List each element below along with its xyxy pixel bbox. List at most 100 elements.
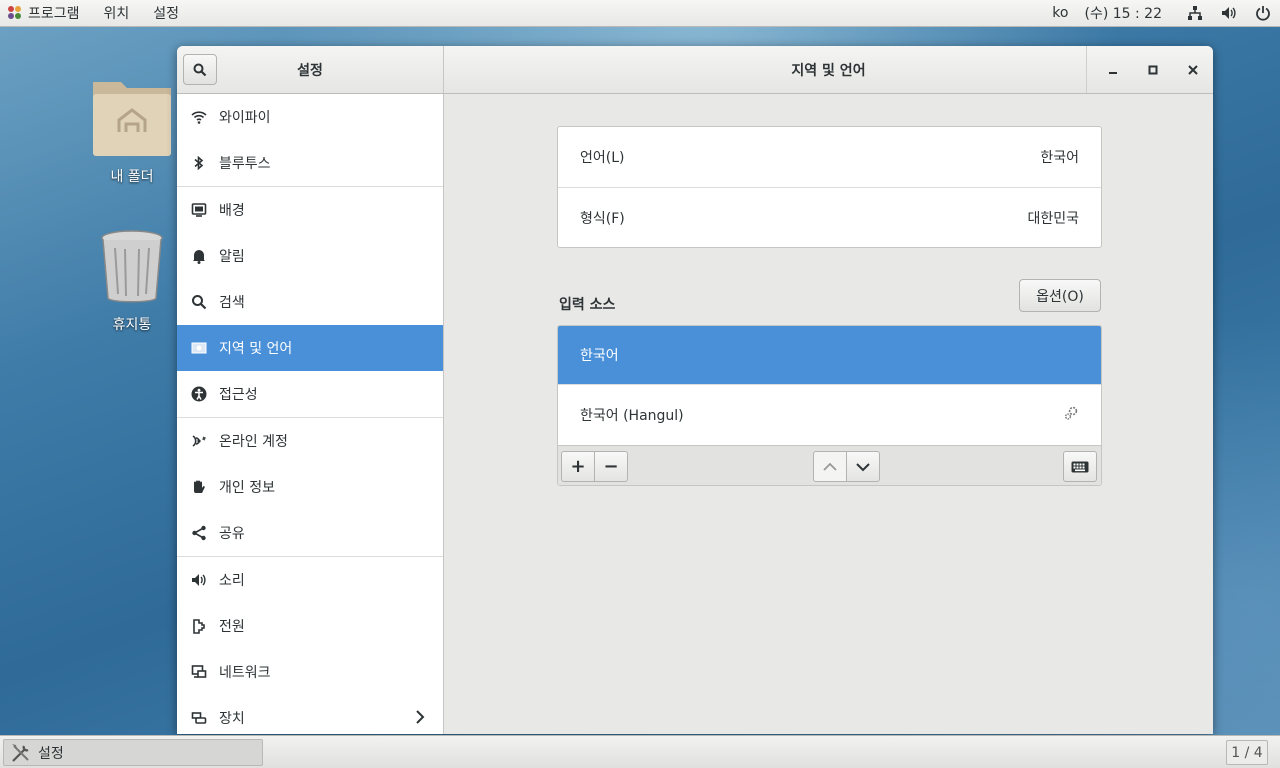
bell-icon <box>191 248 207 264</box>
input-sources-list: 한국어 한국어 (Hangul) + − <box>557 325 1102 486</box>
power-plug-icon <box>191 618 207 634</box>
settings-app-menu[interactable]: 설정 <box>141 0 191 26</box>
sidebar-item-bluetooth[interactable]: 블루투스 <box>177 140 443 186</box>
flag-icon <box>191 340 207 356</box>
applications-menu[interactable]: 프로그램 <box>0 0 92 26</box>
sidebar-item-label: 온라인 계정 <box>219 434 288 450</box>
sidebar-item-region-language[interactable]: 지역 및 언어 <box>177 325 443 371</box>
sidebar-item-devices[interactable]: 장치 <box>177 695 443 734</box>
page-title: 지역 및 언어 <box>791 62 866 79</box>
move-down-button[interactable] <box>846 451 880 482</box>
sidebar-item-label: 소리 <box>219 573 245 589</box>
settings-window: 설정 지역 및 언어 와이파이 블루투스 배경 알림 검색 지역 및 언어 접근… <box>177 46 1213 734</box>
keyboard-icon <box>1071 461 1089 472</box>
wifi-icon <box>191 109 207 125</box>
search-icon <box>191 294 207 310</box>
sidebar-item-label: 전원 <box>219 619 245 635</box>
show-keyboard-layout-button[interactable] <box>1063 451 1097 482</box>
network-icon[interactable] <box>1186 4 1204 22</box>
sidebar-item-sound[interactable]: 소리 <box>177 557 443 603</box>
input-source-row-hangul[interactable]: 한국어 (Hangul) <box>558 384 1101 445</box>
search-icon <box>193 63 207 76</box>
sidebar-item-label: 알림 <box>219 249 245 265</box>
sidebar-item-accessibility[interactable]: 접근성 <box>177 371 443 417</box>
sidebar-item-label: 지역 및 언어 <box>219 341 293 357</box>
sidebar-item-sharing[interactable]: 공유 <box>177 510 443 556</box>
taskbar-window-label: 설정 <box>38 745 64 762</box>
language-value: 한국어 <box>1040 150 1079 166</box>
accessibility-icon <box>191 386 207 402</box>
network-icon <box>191 664 207 680</box>
window-controls <box>1086 46 1213 93</box>
chevron-up-icon <box>823 462 837 471</box>
add-input-source-button[interactable]: + <box>561 451 595 482</box>
move-up-button[interactable] <box>813 451 847 482</box>
trash-label: 휴지통 <box>112 317 152 333</box>
workspace-indicator[interactable]: 1 / 4 <box>1226 740 1268 765</box>
language-format-list: 언어(L) 한국어 형식(F) 대한민국 <box>557 126 1102 248</box>
sidebar-item-notifications[interactable]: 알림 <box>177 233 443 279</box>
minimize-button[interactable] <box>1093 46 1133 94</box>
remove-input-source-button[interactable]: − <box>594 451 628 482</box>
chevron-right-icon <box>415 710 425 728</box>
input-sources-toolbar: + − <box>558 445 1101 485</box>
close-icon <box>1188 64 1198 75</box>
top-panel-right: ko (수) 15 : 22 <box>1044 0 1280 26</box>
sidebar-item-label: 와이파이 <box>219 110 271 126</box>
online-accounts-icon <box>191 433 207 449</box>
applications-icon <box>8 6 22 20</box>
sidebar-title: 설정 <box>297 62 323 79</box>
top-panel: 프로그램 위치 설정 ko (수) 15 : 22 <box>0 0 1280 27</box>
input-options-button[interactable]: 옵션(O) <box>1019 279 1101 312</box>
taskbar-window-settings[interactable]: 설정 <box>3 739 263 766</box>
home-folder-icon <box>93 82 171 156</box>
sidebar-item-label: 블루투스 <box>219 156 271 172</box>
input-sources-title: 입력 소스 <box>559 297 616 313</box>
sidebar-item-label: 공유 <box>219 526 245 542</box>
privacy-hand-icon <box>191 479 207 495</box>
language-label: 언어(L) <box>580 150 625 166</box>
applications-menu-label: 프로그램 <box>28 6 80 22</box>
places-menu[interactable]: 위치 <box>92 0 142 26</box>
places-menu-label: 위치 <box>103 6 130 22</box>
clock[interactable]: (수) 15 : 22 <box>1084 3 1162 23</box>
sidebar-item-label: 배경 <box>219 203 245 219</box>
close-button[interactable] <box>1173 46 1213 94</box>
language-row[interactable]: 언어(L) 한국어 <box>558 127 1101 187</box>
desktop-home-folder[interactable]: 내 폴더 <box>82 74 182 186</box>
volume-icon[interactable] <box>1220 4 1238 22</box>
sidebar-item-power[interactable]: 전원 <box>177 603 443 649</box>
formats-row[interactable]: 형식(F) 대한민국 <box>558 187 1101 247</box>
speaker-icon <box>191 572 207 588</box>
chevron-down-icon <box>856 462 870 471</box>
gear-icon[interactable] <box>1063 405 1079 425</box>
sidebar-item-privacy[interactable]: 개인 정보 <box>177 464 443 510</box>
settings-sidebar: 와이파이 블루투스 배경 알림 검색 지역 및 언어 접근성 온라인 계정 개인… <box>177 94 444 734</box>
window-titlebar: 설정 지역 및 언어 <box>177 46 1213 94</box>
minimize-icon <box>1109 71 1117 74</box>
input-source-label: 한국어 (Hangul) <box>580 408 684 424</box>
sidebar-item-network[interactable]: 네트워크 <box>177 649 443 695</box>
sidebar-item-label: 장치 <box>219 710 245 727</box>
region-language-panel: 언어(L) 한국어 형식(F) 대한민국 입력 소스 옵션(O) 한국어 한국어… <box>444 94 1213 734</box>
sidebar-item-online-accounts[interactable]: 온라인 계정 <box>177 418 443 464</box>
maximize-button[interactable] <box>1133 46 1173 94</box>
input-source-row-korean[interactable]: 한국어 <box>558 326 1101 384</box>
sidebar-item-background[interactable]: 배경 <box>177 187 443 233</box>
sidebar-item-search[interactable]: 검색 <box>177 279 443 325</box>
keyboard-language-indicator[interactable]: ko <box>1052 5 1068 21</box>
content-header: 지역 및 언어 <box>444 46 1213 93</box>
power-icon[interactable] <box>1254 4 1272 22</box>
home-folder-label: 내 폴더 <box>110 169 154 185</box>
search-button[interactable] <box>183 54 217 85</box>
sidebar-item-wifi[interactable]: 와이파이 <box>177 94 443 140</box>
sidebar-item-label: 네트워크 <box>219 665 271 681</box>
formats-value: 대한민국 <box>1027 210 1079 227</box>
top-menu: 프로그램 위치 설정 <box>0 0 191 26</box>
formats-label: 형식(F) <box>580 210 625 227</box>
bluetooth-icon <box>191 155 207 171</box>
sidebar-item-label: 개인 정보 <box>219 480 275 496</box>
sidebar-item-label: 검색 <box>219 295 245 311</box>
desktop-trash[interactable]: 휴지통 <box>82 228 182 334</box>
maximize-icon <box>1148 65 1158 74</box>
